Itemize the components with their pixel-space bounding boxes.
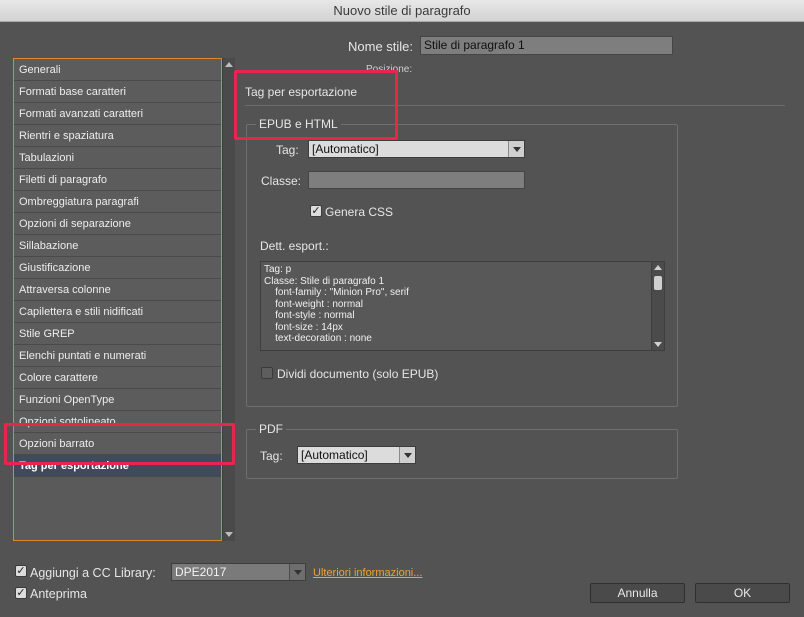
- epub-tag-value: [Automatico]: [312, 142, 379, 156]
- section-title: Tag per esportazione: [245, 85, 358, 99]
- epub-tag-label: Tag:: [276, 143, 299, 157]
- scroll-up-arrow-icon[interactable]: [225, 62, 233, 67]
- export-details-line: font-weight : normal: [264, 298, 363, 310]
- sidebar-item[interactable]: Attraversa colonne: [14, 279, 221, 301]
- pdf-tag-label: Tag:: [260, 449, 283, 463]
- sidebar-item[interactable]: Filetti di paragrafo: [14, 169, 221, 191]
- chevron-down-icon[interactable]: [508, 141, 524, 157]
- generate-css-checkbox[interactable]: ✓: [310, 205, 322, 217]
- scroll-down-arrow-icon[interactable]: [654, 342, 662, 347]
- style-name-label: Nome stile:: [348, 39, 414, 54]
- chevron-down-icon[interactable]: [399, 447, 415, 463]
- sidebar-item[interactable]: Sillabazione: [14, 235, 221, 257]
- chevron-down-icon[interactable]: [289, 564, 305, 580]
- cc-library-select[interactable]: DPE2017: [171, 563, 306, 581]
- sidebar-item[interactable]: Tabulazioni: [14, 147, 221, 169]
- sidebar-item[interactable]: Stile GREP: [14, 323, 221, 345]
- split-document-label: Dividi documento (solo EPUB): [277, 367, 439, 381]
- sidebar-item[interactable]: Colore carattere: [14, 367, 221, 389]
- sidebar-item[interactable]: Opzioni sottolineato: [14, 411, 221, 433]
- sidebar-item[interactable]: Generali: [14, 59, 221, 81]
- split-document-checkbox[interactable]: [261, 367, 273, 379]
- pdf-tag-value: [Automatico]: [301, 448, 368, 462]
- sidebar-item[interactable]: Funzioni OpenType: [14, 389, 221, 411]
- pdf-tag-select[interactable]: [Automatico]: [297, 446, 416, 464]
- export-details-line: Classe: Stile di paragrafo 1: [264, 275, 385, 287]
- class-label: Classe:: [261, 174, 302, 188]
- epub-tag-select[interactable]: [Automatico]: [308, 140, 525, 158]
- dialog: Generali Formati base caratteri Formati av…: [0, 22, 804, 617]
- sidebar-item[interactable]: Giustificazione: [14, 257, 221, 279]
- class-input[interactable]: [308, 171, 525, 189]
- sidebar-item[interactable]: Ombreggiatura paragrafi: [14, 191, 221, 213]
- sidebar-item[interactable]: Rientri e spaziatura: [14, 125, 221, 147]
- preview-label: Anteprima: [30, 587, 87, 601]
- more-info-link[interactable]: Ulteriori informazioni...: [313, 567, 422, 579]
- generate-css-label: Genera CSS: [325, 205, 394, 219]
- export-details-line: font-size : 14px: [264, 321, 343, 333]
- style-name-input[interactable]: Stile di paragrafo 1: [420, 36, 673, 55]
- section-divider: [245, 105, 785, 106]
- export-details-line: font-family : "Minion Pro", serif: [264, 287, 409, 298]
- sidebar-item[interactable]: Capilettera e stili nidificati: [14, 301, 221, 323]
- sidebar-item[interactable]: Opzioni barrato: [14, 433, 221, 455]
- position-label: Posizione:: [366, 64, 413, 75]
- epub-html-legend: EPUB e HTML: [256, 117, 341, 131]
- export-details-scrollbar[interactable]: [651, 262, 664, 350]
- ok-button[interactable]: OK: [695, 583, 790, 603]
- scroll-down-arrow-icon[interactable]: [225, 532, 233, 537]
- sidebar-item[interactable]: Tag per esportazione: [14, 455, 221, 477]
- export-details-line: Tag: p: [264, 264, 292, 275]
- sidebar-item[interactable]: Opzioni di separazione: [14, 213, 221, 235]
- category-list: Generali Formati base caratteri Formati av…: [13, 58, 222, 541]
- preview-checkbox[interactable]: ✓: [15, 587, 27, 599]
- export-details-textarea[interactable]: Tag: p Classe: Stile di paragrafo 1 font-…: [260, 261, 665, 351]
- sidebar-item[interactable]: Elenchi puntati e numerati: [14, 345, 221, 367]
- export-details-line: text-decoration : none: [264, 333, 372, 344]
- cc-library-value: DPE2017: [175, 565, 227, 579]
- window-title: Nuovo stile di paragrafo: [0, 0, 804, 22]
- sidebar-item[interactable]: Formati base caratteri: [14, 81, 221, 103]
- export-details-label: Dett. esport.:: [260, 239, 329, 253]
- sidebar-item[interactable]: Formati avanzati caratteri: [14, 103, 221, 125]
- export-details-content: Tag: p Classe: Stile di paragrafo 1 font-…: [261, 262, 664, 345]
- add-cc-library-checkbox[interactable]: ✓: [15, 565, 27, 577]
- add-cc-library-label: Aggiungi a CC Library:: [30, 566, 156, 580]
- cancel-button[interactable]: Annulla: [590, 583, 685, 603]
- pdf-legend: PDF: [256, 422, 286, 436]
- scroll-up-arrow-icon[interactable]: [654, 265, 662, 270]
- scroll-thumb[interactable]: [654, 276, 662, 290]
- category-list-scrollbar[interactable]: [222, 58, 235, 541]
- export-details-line: font-style : normal: [264, 310, 355, 321]
